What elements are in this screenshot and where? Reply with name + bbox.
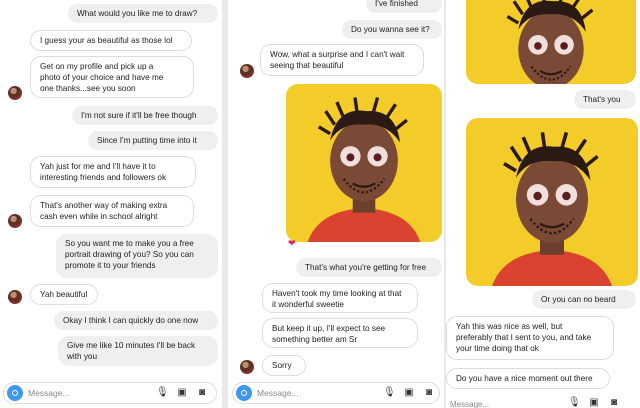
message-input-bar[interactable]: Message... 🎙 ▣ ◙ <box>3 382 217 404</box>
avatar <box>8 290 22 304</box>
sticker-icon[interactable]: ◙ <box>423 387 435 399</box>
message-received: That's another way of making extra cash … <box>30 195 194 227</box>
heart-reaction-icon: ❤ <box>288 238 296 248</box>
message-sent: That's you <box>574 90 636 110</box>
camera-icon[interactable] <box>7 385 23 401</box>
message-sent: So you want me to make you a free portra… <box>56 234 218 278</box>
microphone-icon[interactable]: 🎙 <box>383 387 396 399</box>
message-input-bar[interactable]: Message... 🎙 ▣ ◙ <box>446 397 640 408</box>
message-sent: Give me like 10 minutes I'll be back wit… <box>58 336 218 366</box>
avatar <box>8 214 22 228</box>
message-sent: Do you wanna see it? <box>342 20 442 40</box>
message-input[interactable]: Message... <box>257 388 299 398</box>
message-input[interactable]: Message... <box>450 400 489 408</box>
message-received: Wow, what a surprise and I can't wait se… <box>260 44 424 76</box>
message-input-bar[interactable]: Message... 🎙 ▣ ◙ <box>232 382 440 404</box>
sticker-icon[interactable]: ◙ <box>608 397 620 408</box>
portrait-image[interactable] <box>466 118 638 286</box>
avatar <box>8 86 22 100</box>
divider <box>222 0 228 408</box>
microphone-icon[interactable]: 🎙 <box>568 397 581 408</box>
gallery-icon[interactable]: ▣ <box>588 397 600 408</box>
message-sent: I've finished <box>366 0 442 14</box>
message-sent: Since I'm putting time into it <box>88 131 218 151</box>
sticker-icon[interactable]: ◙ <box>196 387 208 399</box>
message-sent: Okay I think I can quickly do one now <box>54 311 218 331</box>
chat-panel-2: I've finished Do you wanna see it? Wow, … <box>230 0 444 408</box>
chat-panel-1: What would you like me to draw? I guess … <box>0 0 222 408</box>
camera-icon[interactable] <box>236 385 252 401</box>
message-received: I guess your as beautiful as those lol <box>30 30 192 52</box>
gallery-icon[interactable]: ▣ <box>403 387 415 399</box>
message-received: Haven't took my time looking at that it … <box>262 283 418 313</box>
message-input[interactable]: Message... <box>28 388 70 398</box>
message-received: Yah this was nice as well, but preferabl… <box>446 316 614 360</box>
message-received: Do you have a nice moment out there <box>446 368 610 390</box>
portrait-image[interactable] <box>466 0 636 84</box>
message-sent: Or you can no beard <box>532 290 636 310</box>
avatar <box>240 360 254 374</box>
message-sent: What would you like me to draw? <box>68 4 218 24</box>
microphone-icon[interactable]: 🎙 <box>156 387 169 399</box>
message-received: Yah beautiful <box>30 284 98 306</box>
gallery-icon[interactable]: ▣ <box>176 387 188 399</box>
chat-panel-3: That's you Or you can no beard Yah this … <box>446 0 640 408</box>
message-received: Sorry <box>262 355 306 377</box>
avatar <box>240 64 254 78</box>
message-received: Yah just for me and I'll have it to inte… <box>30 156 196 188</box>
portrait-image[interactable] <box>286 84 442 242</box>
message-sent: That's what you're getting for free <box>296 258 442 278</box>
message-received: Get on my profile and pick up a photo of… <box>30 56 194 98</box>
message-sent: I'm not sure if it'll be free though <box>72 106 218 126</box>
message-received: But keep it up, I'll expect to see somet… <box>262 318 418 348</box>
